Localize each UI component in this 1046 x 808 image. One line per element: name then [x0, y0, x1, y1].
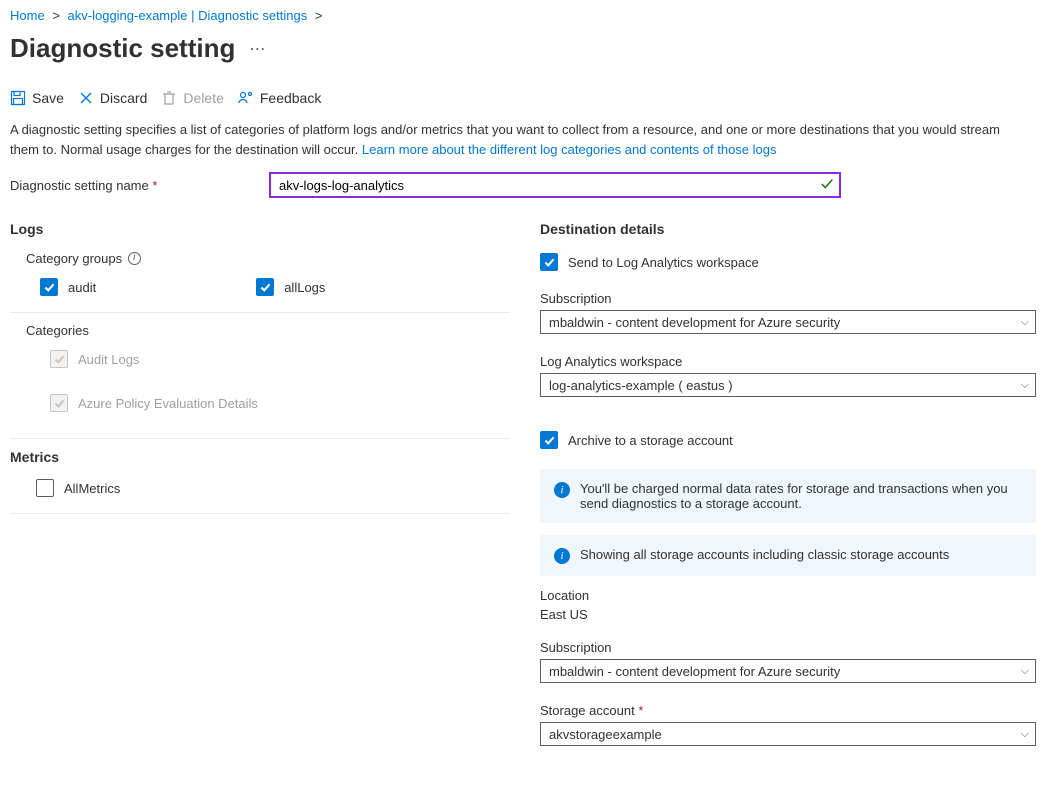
info-icon: i	[554, 548, 570, 564]
save-label: Save	[32, 90, 64, 106]
subscription-value: mbaldwin - content development for Azure…	[549, 315, 840, 330]
subscription2-value: mbaldwin - content development for Azure…	[549, 664, 840, 679]
alllogs-checkbox[interactable]	[256, 278, 274, 296]
breadcrumb: Home > akv-logging-example | Diagnostic …	[10, 8, 1036, 23]
info-banner-charges: i You'll be charged normal data rates fo…	[540, 469, 1036, 523]
chevron-down-icon: ⌵	[1021, 316, 1029, 329]
info-icon: i	[554, 482, 570, 498]
la-workspace-value: log-analytics-example ( eastus )	[549, 378, 733, 393]
audit-checkbox[interactable]	[40, 278, 58, 296]
setting-name-input[interactable]	[270, 173, 840, 197]
discard-icon	[78, 90, 94, 106]
categories-label: Categories	[26, 323, 510, 338]
azurepolicy-label: Azure Policy Evaluation Details	[78, 396, 258, 411]
archive-label: Archive to a storage account	[568, 433, 733, 448]
page-title: Diagnostic setting	[10, 33, 235, 64]
allmetrics-label: AllMetrics	[64, 481, 120, 496]
description-text: A diagnostic setting specifies a list of…	[10, 120, 1010, 159]
storage-account-select[interactable]: akvstorageexample ⌵	[540, 722, 1036, 746]
subscription-select[interactable]: mbaldwin - content development for Azure…	[540, 310, 1036, 334]
breadcrumb-resource[interactable]: akv-logging-example | Diagnostic setting…	[68, 8, 308, 23]
chevron-down-icon: ⌵	[1021, 665, 1029, 678]
allmetrics-checkbox[interactable]	[36, 479, 54, 497]
save-button[interactable]: Save	[10, 90, 64, 106]
chevron-right-icon: >	[52, 8, 60, 23]
valid-check-icon	[820, 177, 834, 194]
destination-heading: Destination details	[540, 221, 1036, 237]
la-workspace-label: Log Analytics workspace	[540, 354, 1036, 369]
location-label: Location	[540, 588, 1036, 603]
info-charges-text: You'll be charged normal data rates for …	[580, 481, 1022, 511]
learn-more-link[interactable]: Learn more about the different log categ…	[362, 142, 777, 157]
save-icon	[10, 90, 26, 106]
category-groups-label: Category groups	[26, 251, 122, 266]
alllogs-label: allLogs	[284, 280, 325, 295]
audit-label: audit	[68, 280, 96, 295]
subscription-label: Subscription	[540, 291, 1036, 306]
logs-heading: Logs	[10, 221, 510, 237]
discard-label: Discard	[100, 90, 147, 106]
metrics-heading: Metrics	[10, 449, 510, 465]
subscription2-label: Subscription	[540, 640, 1036, 655]
setting-name-label: Diagnostic setting name *	[10, 178, 260, 193]
azurepolicy-checkbox	[50, 394, 68, 412]
chevron-right-icon: >	[315, 8, 323, 23]
send-la-checkbox[interactable]	[540, 253, 558, 271]
auditlogs-label: Audit Logs	[78, 352, 139, 367]
feedback-icon	[238, 90, 254, 106]
info-icon[interactable]	[128, 252, 141, 265]
storage-account-value: akvstorageexample	[549, 727, 662, 742]
feedback-label: Feedback	[260, 90, 321, 106]
feedback-button[interactable]: Feedback	[238, 90, 321, 106]
delete-icon	[161, 90, 177, 106]
subscription2-select[interactable]: mbaldwin - content development for Azure…	[540, 659, 1036, 683]
breadcrumb-home[interactable]: Home	[10, 8, 45, 23]
delete-button: Delete	[161, 90, 223, 106]
info-banner-storage: i Showing all storage accounts including…	[540, 535, 1036, 576]
la-workspace-select[interactable]: log-analytics-example ( eastus ) ⌵	[540, 373, 1036, 397]
send-la-label: Send to Log Analytics workspace	[568, 255, 759, 270]
storage-account-label: Storage account *	[540, 703, 1036, 718]
chevron-down-icon: ⌵	[1021, 728, 1029, 741]
chevron-down-icon: ⌵	[1021, 379, 1029, 392]
divider	[10, 312, 510, 313]
divider	[10, 513, 510, 514]
archive-checkbox[interactable]	[540, 431, 558, 449]
location-value: East US	[540, 607, 1036, 622]
toolbar: Save Discard Delete Feedback	[10, 86, 1036, 120]
divider	[10, 438, 510, 439]
delete-label: Delete	[183, 90, 223, 106]
info-storage-text: Showing all storage accounts including c…	[580, 547, 949, 562]
more-actions-icon[interactable]: ⋯	[249, 39, 265, 59]
auditlogs-checkbox	[50, 350, 68, 368]
discard-button[interactable]: Discard	[78, 90, 147, 106]
